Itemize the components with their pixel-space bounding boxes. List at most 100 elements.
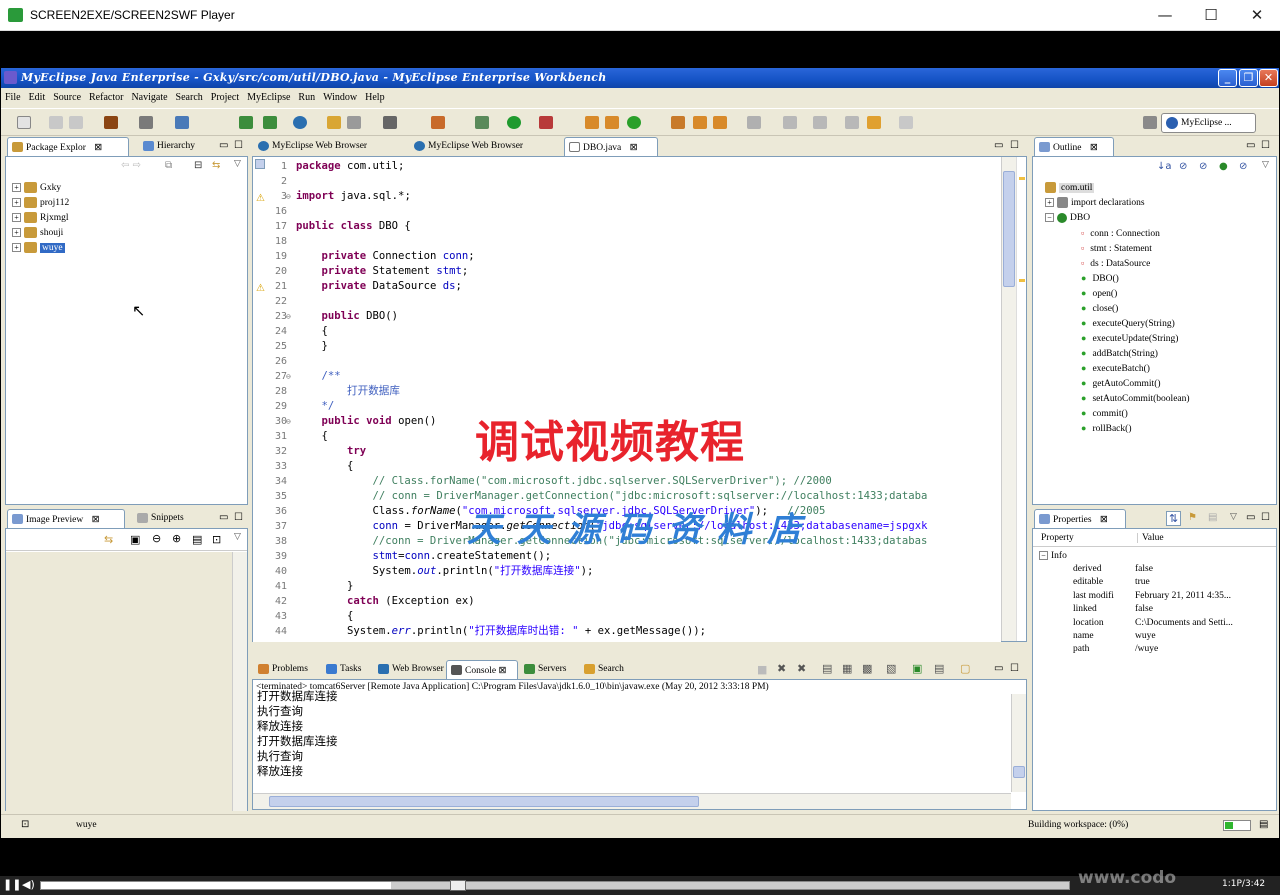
code-line[interactable]: 26 — [253, 354, 1001, 369]
pin-console-icon[interactable]: ▧ — [886, 662, 896, 675]
minimize-view-icon[interactable]: ▭ — [1246, 512, 1255, 523]
code-line[interactable]: 19 private Connection conn; — [253, 249, 1001, 264]
web-project-icon[interactable] — [239, 116, 253, 129]
minimize-view-icon[interactable]: ▭ — [219, 512, 228, 523]
tab-web-browser[interactable]: Web Browser — [374, 660, 444, 679]
maximize-button[interactable]: ☐ — [1188, 0, 1234, 31]
minimize-button[interactable]: — — [1142, 0, 1188, 31]
console-vscroll[interactable] — [1011, 694, 1026, 792]
maximize-view-icon[interactable]: ☐ — [234, 512, 243, 523]
sync-icon[interactable]: ⇆ — [104, 533, 113, 546]
code-line[interactable]: 24 { — [253, 324, 1001, 339]
image-preview-scrollbar[interactable] — [232, 552, 247, 811]
tab-web-browser-2[interactable]: MyEclipse Web Browser — [410, 137, 560, 156]
zoom-in-icon[interactable]: ⊕ — [172, 532, 181, 545]
fold-icon[interactable]: ⊖ — [286, 189, 291, 204]
clear-console-icon[interactable]: ▤ — [822, 662, 832, 675]
run-icon[interactable] — [507, 116, 521, 129]
link-with-editor-icon[interactable]: ⇆ — [212, 160, 220, 171]
seek-bar[interactable] — [40, 880, 1070, 891]
camera-icon[interactable] — [383, 116, 397, 129]
code-line[interactable]: 42 catch (Exception ex) — [253, 594, 1001, 609]
outline-item[interactable]: ● DBO() — [1045, 271, 1271, 286]
menu-item-project[interactable]: Project — [207, 90, 243, 103]
prev-annotation-icon[interactable] — [813, 116, 827, 129]
menu-item-refactor[interactable]: Refactor — [85, 90, 127, 103]
code-line[interactable]: 22 — [253, 294, 1001, 309]
code-line[interactable]: 20 private Statement stmt; — [253, 264, 1001, 279]
progress-indicator[interactable] — [1223, 820, 1251, 831]
back-icon[interactable]: ⇦ ⇨ — [121, 160, 141, 171]
menu-item-source[interactable]: Source — [49, 90, 85, 103]
menu-item-run[interactable]: Run — [294, 90, 319, 103]
tab-outline[interactable]: Outline ⊠ — [1034, 137, 1114, 156]
display-console-icon[interactable]: ▣ — [912, 662, 922, 675]
fold-icon[interactable]: ⊖ — [286, 309, 291, 324]
forward-arrow-icon[interactable] — [899, 116, 913, 129]
scroll-thumb[interactable] — [1003, 171, 1015, 287]
server-icon[interactable] — [139, 116, 153, 129]
code-line[interactable]: 3 import java.sql.*; ⊖ — [253, 189, 1001, 204]
expand-icon[interactable]: + — [12, 198, 21, 208]
external-tools-icon[interactable] — [539, 116, 553, 129]
tab-image-preview[interactable]: Image Preview ⊠ — [7, 509, 125, 528]
property-row[interactable]: editable true — [1033, 576, 1276, 589]
outline-item[interactable]: ▫ stmt : Statement — [1045, 241, 1271, 256]
categories-icon[interactable]: ⇅ — [1166, 511, 1182, 526]
package-icon[interactable] — [431, 116, 445, 129]
search-file-icon[interactable] — [347, 116, 361, 129]
tab-snippets[interactable]: Snippets — [133, 509, 203, 528]
filter-icon[interactable]: ⚑ — [1188, 512, 1197, 523]
close-icon[interactable]: ⊠ — [1100, 515, 1108, 525]
hide-static-icon[interactable]: ⊘ — [1199, 161, 1207, 172]
eclipse-close-button[interactable]: ✕ — [1259, 69, 1278, 87]
eclipse-minimize-button[interactable]: _ — [1218, 69, 1237, 87]
property-row[interactable]: derived false — [1033, 563, 1276, 576]
tab-servers[interactable]: Servers — [520, 660, 578, 679]
code-line[interactable]: 44 System.err.println("打开数据库时出错: " + ex.… — [253, 624, 1001, 639]
console-hscroll[interactable] — [253, 793, 1011, 809]
collapse-all-icon[interactable]: ⊟ — [194, 160, 202, 171]
open-type-icon[interactable] — [327, 116, 341, 129]
column-header-value[interactable]: Value — [1137, 533, 1164, 543]
close-icon[interactable]: ⊠ — [92, 515, 100, 525]
pause-icon[interactable]: ❚❚ — [3, 878, 21, 891]
tab-console[interactable]: Console ⊠ — [446, 660, 518, 679]
ejb-icon[interactable] — [263, 116, 277, 129]
property-row[interactable]: last modifi February 21, 2011 4:35... — [1033, 590, 1276, 603]
outline-item[interactable]: ● setAutoCommit(boolean) — [1045, 391, 1271, 406]
minimize-view-icon[interactable]: ▭ — [994, 663, 1003, 674]
sort-icon[interactable]: ↓a — [1157, 161, 1172, 172]
outline-item[interactable]: + import declarations — [1045, 196, 1271, 211]
open-perspective-icon[interactable] — [1143, 116, 1157, 129]
maximize-view-icon[interactable]: ☐ — [234, 140, 243, 151]
view-menu-icon[interactable]: ▽ — [234, 159, 241, 169]
close-icon[interactable]: ⊠ — [496, 666, 507, 676]
close-icon[interactable]: ⊠ — [630, 143, 638, 153]
property-row[interactable]: path/wuye — [1033, 643, 1276, 656]
code-line[interactable]: 1 package com.util; — [253, 159, 1001, 174]
menu-item-navigate[interactable]: Navigate — [127, 90, 171, 103]
project-item[interactable]: + proj112 — [12, 196, 242, 211]
scroll-lock-icon[interactable]: ▦ — [842, 662, 852, 675]
maximize-view-icon[interactable]: ☐ — [1010, 663, 1019, 674]
warning-icon[interactable]: ⚠ — [256, 283, 265, 294]
close-button[interactable]: ✕ — [1234, 0, 1280, 31]
new-package-icon[interactable] — [605, 116, 619, 129]
properties-group[interactable]: − Info — [1039, 549, 1067, 564]
maximize-view-icon[interactable]: ☐ — [1010, 140, 1019, 151]
code-line[interactable]: 34 // Class.forName("com.microsoft.jdbc.… — [253, 474, 1001, 489]
deploy-icon[interactable] — [104, 116, 118, 129]
link-icon[interactable]: ⧉ — [165, 160, 172, 171]
code-line[interactable]: 39 stmt=conn.createStatement(); — [253, 549, 1001, 564]
minimize-view-icon[interactable]: ▭ — [1246, 140, 1255, 151]
minimize-view-icon[interactable]: ▭ — [219, 140, 228, 151]
new-console-icon[interactable]: ▢ — [960, 662, 970, 675]
annotation-icon[interactable] — [747, 116, 761, 129]
code-line[interactable]: 25 } — [253, 339, 1001, 354]
fit-window-icon[interactable]: ⊡ — [212, 533, 221, 546]
code-area[interactable]: 1 package com.util; 2 3 import java.sql.*; ⊖ 1… — [253, 157, 1001, 642]
next-annotation-icon[interactable] — [783, 116, 797, 129]
open-folder-icon[interactable] — [671, 116, 685, 129]
console-output[interactable]: 打开数据库连接 执行查询 释放连接 打开数据库连接 执行查询 释放连接 — [253, 690, 1011, 792]
